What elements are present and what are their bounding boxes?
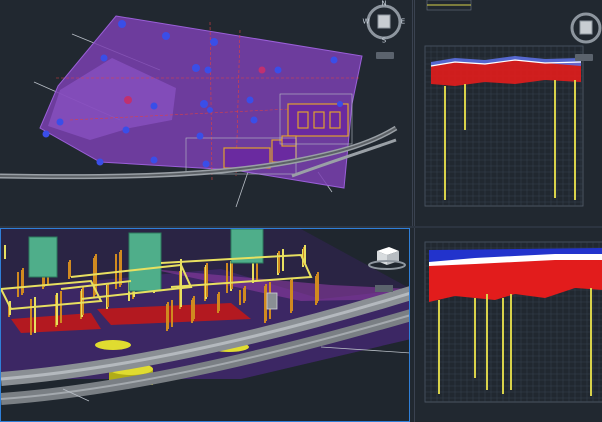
- viewcube-3d: [368, 247, 406, 270]
- section-bottom-drawing: [424, 241, 602, 403]
- viewcube-east-label[interactable]: E: [401, 18, 405, 26]
- viewcube-west-label[interactable]: W: [363, 18, 370, 26]
- wcs-menu-button-secondary[interactable]: [575, 54, 593, 61]
- 3d-scene: [1, 229, 409, 405]
- borehole-section-top[interactable]: [414, 0, 602, 226]
- viewcube-secondary[interactable]: [415, 0, 602, 226]
- borehole-section-bottom[interactable]: [414, 228, 602, 422]
- building-block: [28, 236, 58, 278]
- viewcube-north-label[interactable]: N: [381, 0, 386, 8]
- viewcube-face: [377, 14, 391, 29]
- 3d-model-view[interactable]: [0, 228, 410, 422]
- wcs-menu-button[interactable]: [376, 52, 394, 59]
- viewcube-south-label[interactable]: S: [382, 37, 386, 45]
- viewcube[interactable]: [0, 0, 412, 226]
- wcs-menu-3d: [375, 285, 393, 292]
- building-block: [128, 232, 162, 292]
- plan-view[interactable]: N S E W: [0, 0, 413, 226]
- pipe-riser: [266, 292, 278, 310]
- tank: [95, 340, 131, 350]
